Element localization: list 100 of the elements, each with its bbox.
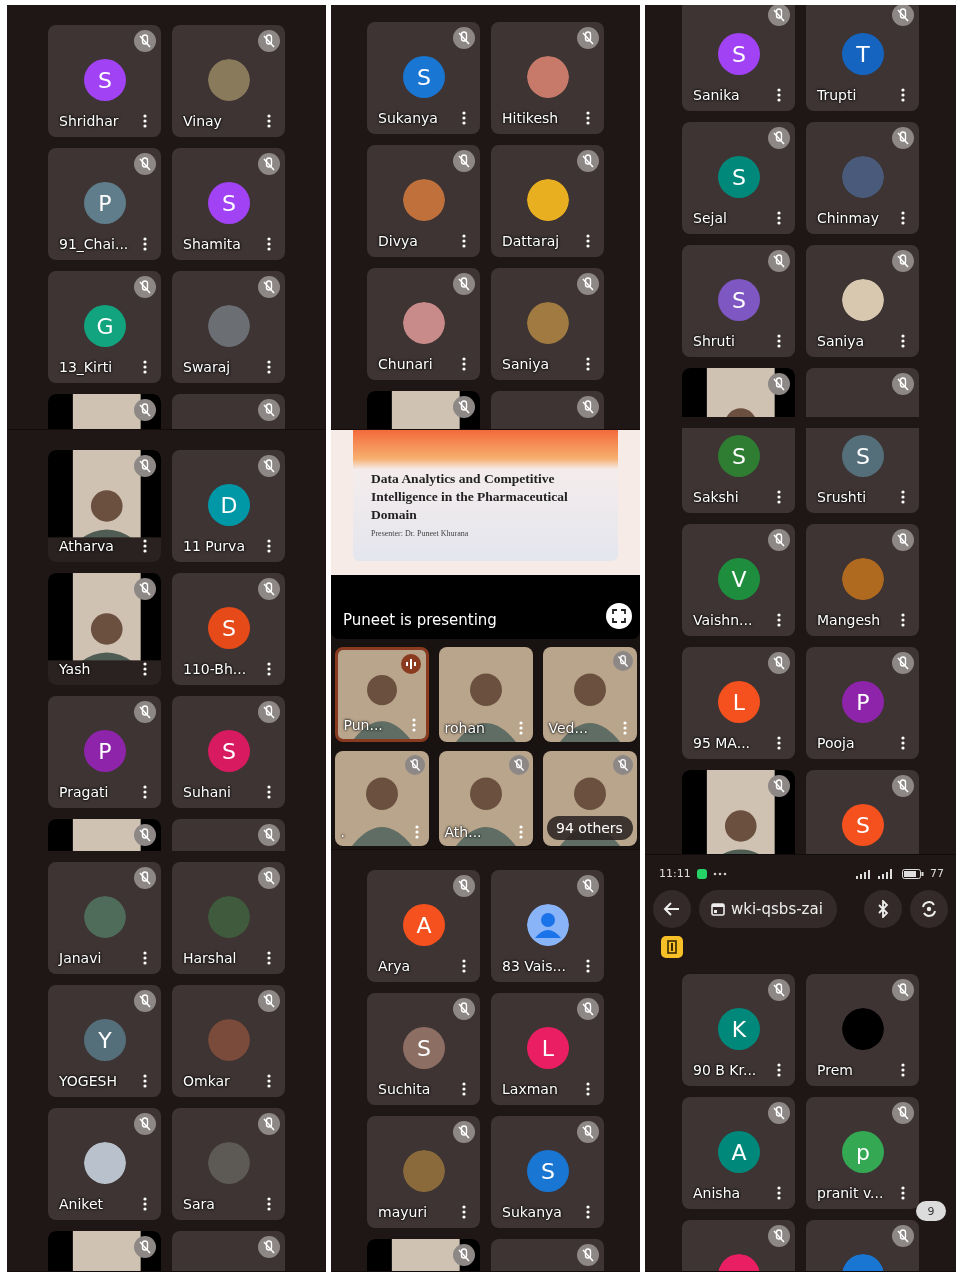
more-icon[interactable] — [462, 357, 466, 371]
more-icon[interactable] — [143, 1074, 147, 1088]
more-icon[interactable] — [777, 1186, 781, 1200]
participant-tile[interactable]: S Shamita — [172, 148, 285, 260]
participant-tile[interactable]: Dattaraj — [491, 145, 604, 257]
more-icon[interactable] — [267, 360, 271, 374]
participant-tile[interactable]: Divya — [367, 145, 480, 257]
participant-tile[interactable]: T Trupti — [806, 5, 919, 111]
fullscreen-button[interactable] — [606, 603, 632, 629]
more-icon[interactable] — [586, 234, 590, 248]
more-icon[interactable] — [586, 1082, 590, 1096]
participant-tile[interactable]: S Sukanya — [367, 22, 480, 134]
more-icon[interactable] — [143, 785, 147, 799]
more-icon[interactable] — [901, 88, 905, 102]
more-icon[interactable] — [143, 114, 147, 128]
video-tile-placeholder[interactable] — [48, 573, 161, 685]
participant-tile[interactable]: A Arya — [367, 870, 480, 982]
more-icon[interactable] — [777, 1063, 781, 1077]
more-icon[interactable] — [586, 959, 590, 973]
more-icon[interactable] — [267, 1197, 271, 1211]
more-icon[interactable] — [901, 334, 905, 348]
video-tile-placeholder[interactable] — [48, 450, 161, 562]
more-icon[interactable] — [143, 539, 147, 553]
participant-tile[interactable]: S Srushti — [806, 428, 919, 513]
more-icon[interactable] — [462, 234, 466, 248]
more-icon[interactable] — [586, 111, 590, 125]
participant-tile[interactable]: Janavi — [48, 862, 161, 974]
back-button[interactable] — [653, 890, 691, 928]
more-icon[interactable] — [143, 1197, 147, 1211]
more-icon[interactable] — [901, 490, 905, 504]
participant-tile[interactable]: P Pragati — [48, 696, 161, 808]
participant-tile[interactable]: Omkar — [172, 985, 285, 1097]
participant-tile[interactable]: Hitikesh — [491, 22, 604, 134]
participant-tile[interactable]: D 11 Purva — [172, 450, 285, 562]
more-icon[interactable] — [462, 959, 466, 973]
bluetooth-button[interactable] — [864, 890, 902, 928]
participant-tile[interactable]: Harshal — [172, 862, 285, 974]
participant-tile[interactable]: S Suchita — [367, 993, 480, 1105]
more-icon[interactable] — [462, 111, 466, 125]
more-icon[interactable] — [901, 736, 905, 750]
participant-tile[interactable]: S Sukanya — [491, 1116, 604, 1228]
participant-tile[interactable]: Aniket — [48, 1108, 161, 1220]
more-icon[interactable] — [462, 1205, 466, 1219]
meeting-code-button[interactable]: wki-qsbs-zai — [699, 890, 837, 928]
participant-tile[interactable]: A Anisha — [682, 1097, 795, 1209]
participant-tile[interactable]: Saniya — [491, 268, 604, 380]
more-icon[interactable] — [267, 1074, 271, 1088]
more-icon[interactable] — [267, 114, 271, 128]
more-icon[interactable] — [586, 357, 590, 371]
more-icon[interactable] — [267, 237, 271, 251]
participant-tile[interactable]: Vinay — [172, 25, 285, 137]
participant-tile[interactable]: Prem — [806, 974, 919, 1086]
more-icon[interactable] — [777, 490, 781, 504]
more-icon[interactable] — [901, 211, 905, 225]
more-icon[interactable] — [462, 1082, 466, 1096]
participant-tile[interactable]: S Sanika — [682, 5, 795, 111]
more-icon[interactable] — [143, 662, 147, 676]
participant-tile[interactable]: K 90 B Kr... — [682, 974, 795, 1086]
more-icon[interactable] — [901, 1063, 905, 1077]
more-icon[interactable] — [777, 334, 781, 348]
participant-tile[interactable]: mayuri — [367, 1116, 480, 1228]
more-icon[interactable] — [777, 613, 781, 627]
participant-tile[interactable]: Mangesh — [806, 524, 919, 636]
more-icon[interactable] — [143, 951, 147, 965]
participant-tile[interactable]: S 110-Bh... — [172, 573, 285, 685]
participant-tile[interactable]: V Vaishn... — [682, 524, 795, 636]
more-icon[interactable] — [143, 237, 147, 251]
participant-tile[interactable]: Sara — [172, 1108, 285, 1220]
switch-camera-button[interactable] — [910, 890, 948, 928]
participant-tile[interactable]: L Laxman — [491, 993, 604, 1105]
more-icon[interactable] — [777, 211, 781, 225]
more-icon[interactable] — [777, 88, 781, 102]
participant-tile[interactable]: S Sakshi — [682, 428, 795, 513]
more-icon[interactable] — [267, 662, 271, 676]
door-button[interactable] — [661, 936, 683, 958]
participant-tile[interactable]: Saniya — [806, 245, 919, 357]
participant-tile[interactable]: G 13_Kirti — [48, 271, 161, 383]
more-icon[interactable] — [901, 613, 905, 627]
participant-tile[interactable]: Chinmay — [806, 122, 919, 234]
participant-tile[interactable]: 83 Vais... — [491, 870, 604, 982]
participant-tile[interactable]: S Suhani — [172, 696, 285, 808]
participant-tile[interactable]: Y YOGESH — [48, 985, 161, 1097]
participant-tile[interactable]: S Shruti — [682, 245, 795, 357]
more-icon[interactable] — [267, 539, 271, 553]
more-icon[interactable] — [267, 951, 271, 965]
participant-tile[interactable]: L 95 MA... — [682, 647, 795, 759]
participant-tile[interactable]: P Pooja — [806, 647, 919, 759]
more-icon[interactable] — [901, 1186, 905, 1200]
participant-tile[interactable]: p pranit v... — [806, 1097, 919, 1209]
more-icon[interactable] — [143, 360, 147, 374]
participant-tile[interactable]: S Shridhar — [48, 25, 161, 137]
participant-tile[interactable]: Swaraj — [172, 271, 285, 383]
more-icon[interactable] — [586, 1205, 590, 1219]
video-tile-placeholder[interactable] — [682, 770, 795, 854]
video-tile[interactable]: 94 others — [542, 751, 637, 846]
more-icon[interactable] — [777, 736, 781, 750]
more-icon[interactable] — [267, 785, 271, 799]
participant-tile[interactable]: S Sejal — [682, 122, 795, 234]
participant-tile[interactable]: Chunari — [367, 268, 480, 380]
participant-tile[interactable]: P 91_Chai... — [48, 148, 161, 260]
